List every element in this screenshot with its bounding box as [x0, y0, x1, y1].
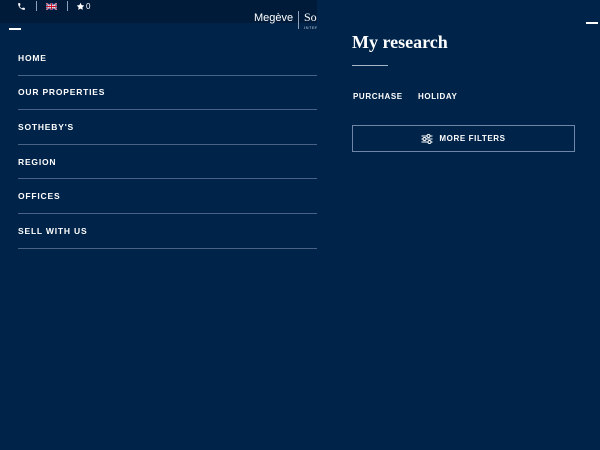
- topbar-separator: [36, 1, 37, 11]
- sliders-icon: [421, 133, 433, 144]
- brand-logo-text[interactable]: So: [304, 10, 317, 25]
- brand-logo-subtext: INTER: [304, 25, 317, 30]
- topbar-separator: [67, 1, 68, 11]
- more-filters-button[interactable]: MORE FILTERS: [352, 125, 575, 152]
- menu-panel: 0 Megève So INTER HOME OUR PROPERTIES SO…: [0, 0, 330, 450]
- menu-item-our-properties[interactable]: OUR PROPERTIES: [18, 76, 317, 111]
- phone-icon[interactable]: [17, 0, 26, 12]
- star-icon: [76, 2, 85, 10]
- title-underline: [352, 65, 388, 66]
- close-panel-icon[interactable]: [586, 22, 598, 24]
- menu-item-offices[interactable]: OFFICES: [18, 179, 317, 214]
- brand-town: Megève: [254, 12, 294, 24]
- research-panel: [330, 0, 600, 450]
- research-title: My research: [352, 32, 448, 52]
- menu-item-sothebys[interactable]: SOTHEBY'S: [18, 110, 317, 145]
- menu-item-sell-with-us[interactable]: SELL WITH US: [18, 214, 317, 249]
- brand-divider: [298, 11, 299, 29]
- menu-item-region[interactable]: REGION: [18, 145, 317, 180]
- more-filters-label: MORE FILTERS: [439, 134, 506, 143]
- uk-flag-icon[interactable]: [46, 0, 57, 12]
- tab-purchase[interactable]: PURCHASE: [353, 92, 403, 101]
- menu-toggle-icon[interactable]: [9, 28, 21, 30]
- main-menu: HOME OUR PROPERTIES SOTHEBY'S REGION OFF…: [18, 41, 317, 249]
- tab-holiday[interactable]: HOLIDAY: [418, 92, 457, 101]
- favorites-count: 0: [86, 1, 91, 11]
- menu-item-home[interactable]: HOME: [18, 41, 317, 76]
- favorites-link[interactable]: 0: [76, 0, 90, 12]
